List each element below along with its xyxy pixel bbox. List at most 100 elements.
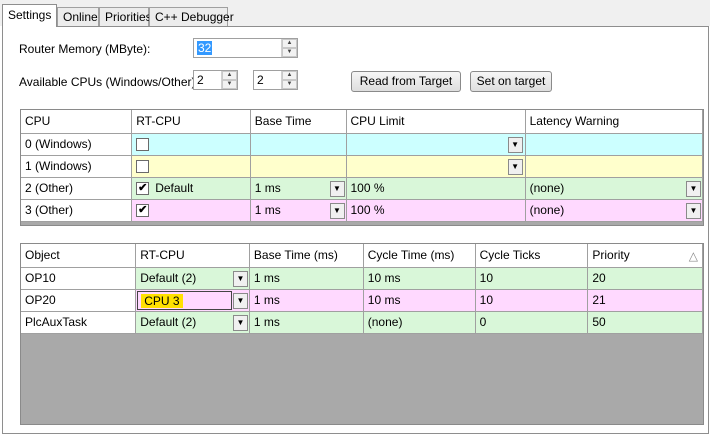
- cpu-cell: 0 (Windows): [21, 133, 133, 156]
- cpu-cell: 2 (Other): [21, 177, 133, 200]
- router-memory-spinner[interactable]: 32 ▲ ▼: [193, 38, 298, 58]
- rt-cpu-cell[interactable]: ✔: [131, 199, 251, 222]
- base-time-cell[interactable]: 1 ms: [249, 289, 364, 312]
- tab-cpp-debugger[interactable]: C++ Debugger: [149, 7, 234, 26]
- latency-warning-cell[interactable]: (none) ▼: [525, 177, 703, 200]
- spin-up-icon[interactable]: ▲: [282, 71, 297, 80]
- latency-warning-cell[interactable]: [525, 155, 703, 178]
- table-row[interactable]: OP10 Default (2) ▼ 1 ms 10 ms 10 20: [21, 267, 703, 290]
- dropdown-arrow-icon[interactable]: ▼: [329, 202, 345, 219]
- base-time-value: 1 ms: [254, 203, 281, 217]
- dropdown-arrow-icon[interactable]: ▼: [232, 314, 248, 331]
- task-grid: Object RT-CPU Base Time (ms) Cycle Time …: [20, 243, 704, 425]
- rt-cpu-cell[interactable]: [131, 133, 251, 156]
- cpu-limit-cell[interactable]: 100 %: [346, 199, 526, 222]
- rt-cpu-cell[interactable]: CPU 3 ▼: [135, 289, 250, 312]
- table-row[interactable]: 0 (Windows) ▼: [21, 133, 703, 156]
- col-header-rt-cpu[interactable]: RT-CPU: [131, 110, 251, 134]
- spinner-arrows: ▲ ▼: [221, 71, 237, 89]
- spin-up-icon[interactable]: ▲: [282, 39, 297, 48]
- cpu-limit-cell[interactable]: ▼: [346, 155, 526, 178]
- dropdown-arrow-icon[interactable]: ▼: [686, 180, 701, 197]
- task-table: Object RT-CPU Base Time (ms) Cycle Time …: [21, 244, 703, 334]
- col-header-base-time[interactable]: Base Time: [250, 110, 347, 134]
- col-header-cpu-limit[interactable]: CPU Limit: [346, 110, 526, 134]
- cycle-ticks-cell[interactable]: 0: [475, 311, 589, 334]
- base-time-cell[interactable]: [250, 155, 347, 178]
- rt-cpu-checkbox[interactable]: ✔: [136, 204, 150, 218]
- dropdown-arrow-icon[interactable]: ▼: [329, 180, 345, 197]
- table-row[interactable]: 3 (Other) ✔ 1 ms ▼ 100 % (none) ▼: [21, 199, 703, 222]
- cpus-windows-value[interactable]: 2: [197, 73, 204, 87]
- cpus-other-spinner[interactable]: 2 ▲ ▼: [253, 70, 298, 90]
- rt-cpu-cell[interactable]: ✔ Default: [131, 177, 251, 200]
- rt-cpu-cell[interactable]: Default (2) ▼: [135, 311, 250, 334]
- object-cell: OP10: [21, 267, 137, 290]
- rt-cpu-value: CPU 3: [141, 293, 183, 308]
- cpu-cell: 1 (Windows): [21, 155, 133, 178]
- table-row[interactable]: PlcAuxTask Default (2) ▼ 1 ms (none) 0 50: [21, 311, 703, 334]
- spin-up-icon[interactable]: ▲: [222, 71, 237, 80]
- tab-online[interactable]: Online: [57, 7, 99, 26]
- priority-cell[interactable]: 20: [587, 267, 703, 290]
- table-row[interactable]: 2 (Other) ✔ Default 1 ms ▼ 100 % (none) ▼: [21, 177, 703, 200]
- col-header-cycle-time-ms[interactable]: Cycle Time (ms): [363, 244, 476, 268]
- task-header-row: Object RT-CPU Base Time (ms) Cycle Time …: [21, 244, 703, 268]
- cpu-limit-cell[interactable]: 100 %: [346, 177, 526, 200]
- base-time-cell[interactable]: 1 ms ▼: [250, 199, 347, 222]
- dropdown-arrow-icon[interactable]: ▼: [507, 158, 523, 175]
- spinner-arrows: ▲ ▼: [281, 39, 297, 57]
- col-header-object[interactable]: Object: [21, 244, 137, 268]
- table-row[interactable]: OP20 CPU 3 ▼ 1 ms 10 ms 10 21: [21, 289, 703, 312]
- col-header-priority[interactable]: Priority △: [587, 244, 703, 268]
- dropdown-arrow-icon[interactable]: ▼: [507, 136, 523, 153]
- cpu-limit-cell[interactable]: ▼: [346, 133, 526, 156]
- col-header-latency-warning[interactable]: Latency Warning: [525, 110, 703, 134]
- latency-warning-cell[interactable]: [525, 133, 703, 156]
- rt-cpu-editor[interactable]: CPU 3: [137, 290, 232, 310]
- object-cell: PlcAuxTask: [21, 311, 137, 334]
- latency-warning-value: (none): [529, 203, 565, 217]
- cpus-windows-spinner[interactable]: 2 ▲ ▼: [193, 70, 238, 90]
- spinner-arrows: ▲ ▼: [281, 71, 297, 89]
- dropdown-arrow-icon[interactable]: ▼: [232, 270, 248, 287]
- router-memory-value[interactable]: 32: [197, 41, 213, 55]
- table-row[interactable]: 1 (Windows) ▼: [21, 155, 703, 178]
- spin-down-icon[interactable]: ▼: [222, 80, 237, 89]
- base-time-cell[interactable]: 1 ms: [249, 311, 364, 334]
- rt-cpu-checkbox[interactable]: [136, 160, 150, 174]
- tab-priorities[interactable]: Priorities: [99, 7, 152, 26]
- spin-down-icon[interactable]: ▼: [282, 48, 297, 57]
- col-header-cycle-ticks[interactable]: Cycle Ticks: [475, 244, 589, 268]
- cpus-other-value[interactable]: 2: [257, 73, 264, 87]
- rt-cpu-cell[interactable]: Default (2) ▼: [135, 267, 250, 290]
- cycle-time-cell[interactable]: 10 ms: [363, 267, 476, 290]
- priority-cell[interactable]: 50: [587, 311, 703, 334]
- rt-cpu-cell[interactable]: [131, 155, 251, 178]
- base-time-cell[interactable]: 1 ms: [249, 267, 364, 290]
- priority-cell[interactable]: 21: [587, 289, 703, 312]
- cycle-ticks-cell[interactable]: 10: [475, 267, 589, 290]
- cycle-time-cell[interactable]: (none): [363, 311, 476, 334]
- col-header-cpu[interactable]: CPU: [21, 110, 133, 134]
- tab-settings[interactable]: Settings: [2, 4, 57, 27]
- cpu-table: CPU RT-CPU Base Time CPU Limit Latency W…: [21, 110, 703, 222]
- spin-down-icon[interactable]: ▼: [282, 80, 297, 89]
- rt-cpu-label: Default: [155, 180, 194, 195]
- base-time-cell[interactable]: [250, 133, 347, 156]
- rt-cpu-checkbox[interactable]: ✔: [136, 182, 150, 196]
- base-time-cell[interactable]: 1 ms ▼: [250, 177, 347, 200]
- dropdown-arrow-icon[interactable]: ▼: [232, 292, 248, 309]
- col-header-base-time-ms[interactable]: Base Time (ms): [249, 244, 364, 268]
- sort-ascending-icon: △: [688, 249, 698, 263]
- cycle-time-cell[interactable]: 10 ms: [363, 289, 476, 312]
- cpu-cell: 3 (Other): [21, 199, 133, 222]
- latency-warning-cell[interactable]: (none) ▼: [525, 199, 703, 222]
- set-on-target-button[interactable]: Set on target: [470, 71, 552, 92]
- cycle-ticks-cell[interactable]: 10: [475, 289, 589, 312]
- read-from-target-button[interactable]: Read from Target: [351, 71, 461, 92]
- dropdown-arrow-icon[interactable]: ▼: [686, 202, 701, 219]
- col-header-rt-cpu[interactable]: RT-CPU: [135, 244, 250, 268]
- rt-cpu-value: Default (2): [140, 315, 197, 329]
- rt-cpu-checkbox[interactable]: [136, 138, 150, 152]
